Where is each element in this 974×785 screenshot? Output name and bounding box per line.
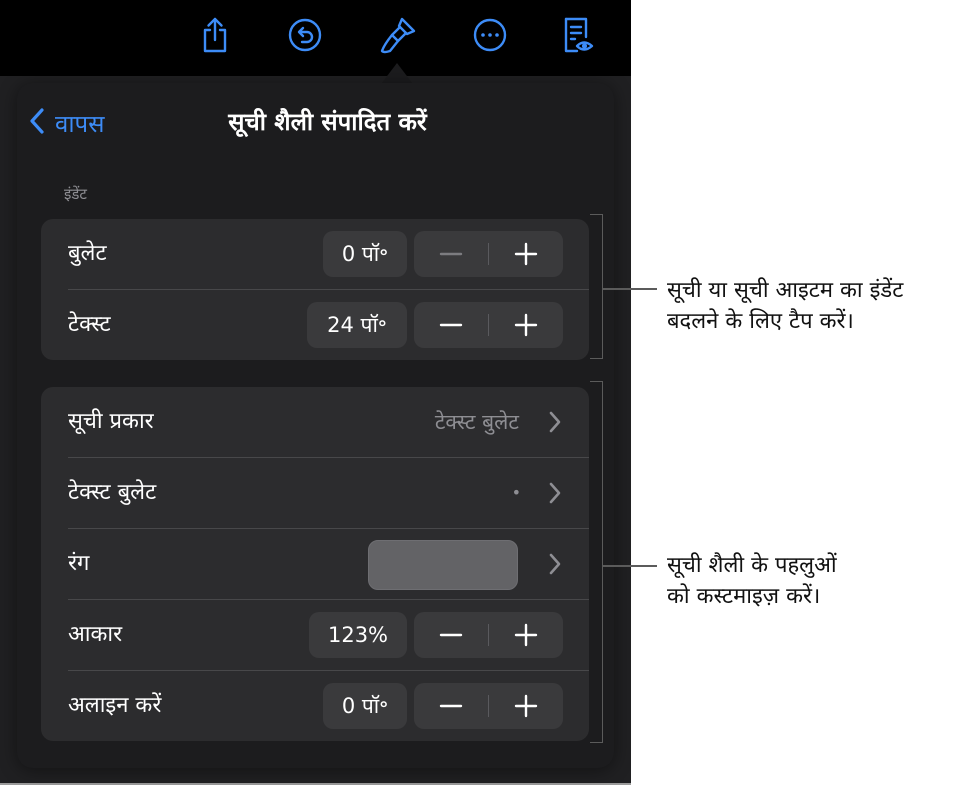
increment-button[interactable] xyxy=(489,612,563,658)
plus-icon xyxy=(514,313,538,337)
row-label: बुलेट xyxy=(68,241,107,266)
increment-button[interactable] xyxy=(489,683,563,729)
plus-icon xyxy=(514,694,538,718)
share-icon[interactable] xyxy=(195,14,235,56)
bullet-indent-stepper xyxy=(414,231,563,277)
style-callout-line2: को कस्टमाइज़ करें। xyxy=(667,584,821,609)
edit-list-style-popover: वापस सूची शैली संपादित करें इंडेंट बुलेट… xyxy=(17,83,614,768)
decrement-button[interactable] xyxy=(414,683,488,729)
decrement-button[interactable] xyxy=(414,231,488,277)
indent-bracket xyxy=(590,214,603,359)
list-style-group: सूची प्रकार टेक्स्ट बुलेट टेक्स्ट बुलेट … xyxy=(41,387,589,741)
more-icon[interactable] xyxy=(470,14,510,56)
indent-leader-line xyxy=(603,288,657,290)
reading-view-icon[interactable] xyxy=(558,14,598,56)
row-label: टेक्स्ट बुलेट xyxy=(68,480,157,505)
text-bullet-value: • xyxy=(511,483,521,502)
chevron-right-icon xyxy=(546,552,564,576)
minus-icon xyxy=(439,633,463,637)
align-row: अलाइन करें 0 पॉ॰ xyxy=(41,671,589,741)
row-label: रंग xyxy=(68,551,90,576)
color-swatch[interactable] xyxy=(368,540,518,590)
app-screen: वापस सूची शैली संपादित करें इंडेंट बुलेट… xyxy=(0,0,631,785)
popover-title: सूची शैली संपादित करें xyxy=(228,108,427,136)
text-indent-value[interactable]: 24 पॉ॰ xyxy=(307,302,407,348)
color-row[interactable]: रंग xyxy=(41,529,589,599)
plus-icon xyxy=(514,623,538,647)
plus-icon xyxy=(514,242,538,266)
decrement-button[interactable] xyxy=(414,612,488,658)
increment-button[interactable] xyxy=(489,302,563,348)
style-callout-line1: सूची शैली के पहलुओं xyxy=(667,553,837,578)
indent-callout-line1: सूची या सूची आइटम का इंडेंट xyxy=(667,278,904,303)
paintbrush-icon[interactable] xyxy=(378,14,418,56)
row-label: आकार xyxy=(68,622,123,647)
popover-header: वापस सूची शैली संपादित करें xyxy=(17,83,614,163)
text-bullet-row[interactable]: टेक्स्ट बुलेट • xyxy=(41,458,589,528)
bullet-indent-row: बुलेट 0 पॉ॰ xyxy=(41,219,589,289)
row-label: सूची प्रकार xyxy=(68,409,154,434)
align-stepper xyxy=(414,683,563,729)
indent-section-label: इंडेंट xyxy=(64,185,87,203)
row-label: अलाइन करें xyxy=(68,693,162,718)
popover-arrow xyxy=(381,63,413,84)
chevron-right-icon xyxy=(546,481,564,505)
decrement-button[interactable] xyxy=(414,302,488,348)
list-type-value: टेक्स्ट बुलेट xyxy=(434,410,519,434)
row-label: टेक्स्ट xyxy=(68,312,111,337)
chevron-right-icon xyxy=(546,410,564,434)
bullet-indent-value[interactable]: 0 पॉ॰ xyxy=(323,231,407,277)
list-type-row[interactable]: सूची प्रकार टेक्स्ट बुलेट xyxy=(41,387,589,457)
increment-button[interactable] xyxy=(489,231,563,277)
style-bracket xyxy=(590,381,603,743)
indent-group: बुलेट 0 पॉ॰ टेक्स्ट 24 पॉ॰ xyxy=(41,219,589,360)
minus-icon xyxy=(439,323,463,327)
minus-icon xyxy=(439,252,463,256)
style-callout: सूची शैली के पहलुओं को कस्टमाइज़ करें। xyxy=(667,550,837,612)
indent-callout-line2: बदलने के लिए टैप करें। xyxy=(667,309,854,334)
minus-icon xyxy=(439,704,463,708)
toolbar xyxy=(0,0,631,76)
indent-callout: सूची या सूची आइटम का इंडेंट बदलने के लिए… xyxy=(667,275,903,337)
text-indent-stepper xyxy=(414,302,563,348)
undo-icon[interactable] xyxy=(285,14,325,56)
style-leader-line xyxy=(603,565,657,567)
size-stepper xyxy=(414,612,563,658)
align-value[interactable]: 0 पॉ॰ xyxy=(323,683,407,729)
text-indent-row: टेक्स्ट 24 पॉ॰ xyxy=(41,290,589,360)
size-row: आकार 123% xyxy=(41,600,589,670)
size-value[interactable]: 123% xyxy=(309,612,407,658)
